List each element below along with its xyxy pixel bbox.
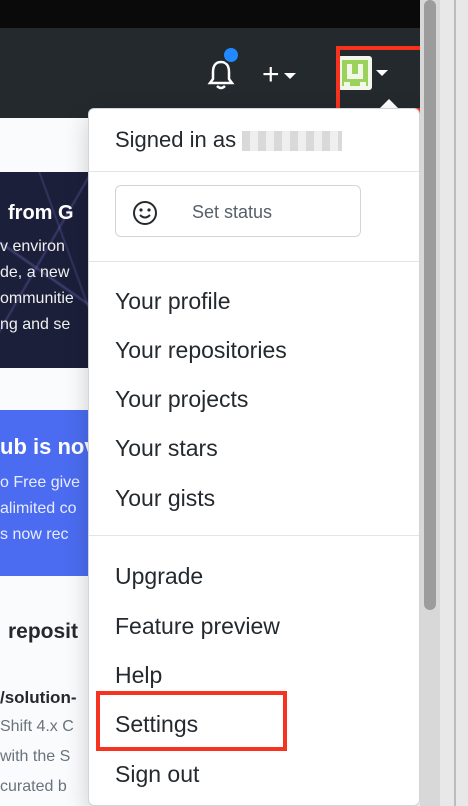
menu-item-your-gists[interactable]: Your gists <box>115 483 215 513</box>
promo-line: s now rec <box>0 526 69 543</box>
repositories-heading: reposit <box>8 620 79 643</box>
promo-title: ub is nov <box>0 434 97 459</box>
divider <box>89 171 419 172</box>
signed-in-header: Signed in as <box>115 127 343 153</box>
hero-title: from G <box>8 202 74 224</box>
repository-description: Shift 4.x C <box>0 718 74 735</box>
repository-description: with the S <box>0 748 71 765</box>
window-edge-line <box>454 0 456 806</box>
set-status-button[interactable]: Set status <box>115 185 361 237</box>
settings-highlight-box <box>96 691 287 751</box>
plus-icon: + <box>262 58 280 91</box>
create-new-button[interactable]: + <box>262 60 296 90</box>
chevron-down-icon <box>283 73 296 80</box>
hero-line: v environ <box>0 238 65 255</box>
promo-line: alimited co <box>0 500 77 517</box>
divider <box>89 535 419 536</box>
username-redacted <box>242 131 343 152</box>
window-edge <box>440 0 468 806</box>
menu-item-sign-out[interactable]: Sign out <box>115 759 199 789</box>
promo-line: o Free give <box>0 474 81 491</box>
hero-line: ommunitie <box>0 290 74 307</box>
menu-item-upgrade[interactable]: Upgrade <box>115 561 203 591</box>
signed-in-label: Signed in as <box>115 127 237 152</box>
set-status-label: Set status <box>192 202 273 222</box>
smiley-icon <box>133 201 157 225</box>
menu-item-your-repositories[interactable]: Your repositories <box>115 335 287 365</box>
dropdown-pointer <box>380 99 398 108</box>
window-top-strip <box>0 0 420 28</box>
repository-link[interactable]: /solution- <box>0 688 76 708</box>
menu-item-your-projects[interactable]: Your projects <box>115 384 248 414</box>
notification-indicator <box>222 46 240 64</box>
menu-item-help[interactable]: Help <box>115 660 162 690</box>
menu-item-your-profile[interactable]: Your profile <box>115 286 231 316</box>
scrollbar-thumb[interactable] <box>424 0 436 610</box>
menu-item-feature-preview[interactable]: Feature preview <box>115 611 280 641</box>
hero-line: de, a new <box>0 264 70 281</box>
hero-line: ng and se <box>0 316 71 333</box>
menu-item-your-stars[interactable]: Your stars <box>115 433 218 463</box>
notifications-button[interactable] <box>206 46 240 92</box>
divider <box>89 261 419 262</box>
repository-description: curated b <box>0 778 67 795</box>
